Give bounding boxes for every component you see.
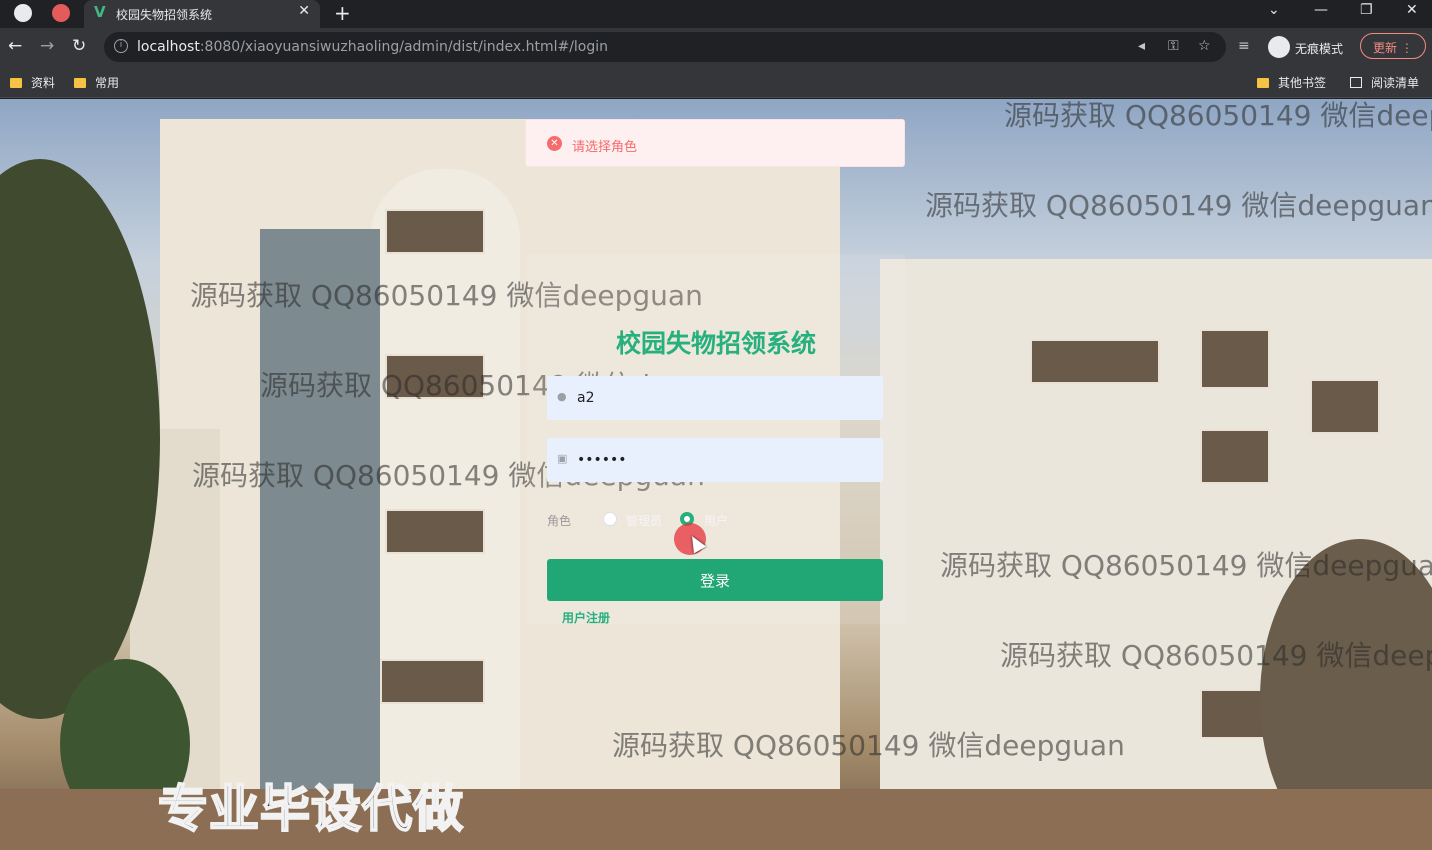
background-window bbox=[1310, 379, 1380, 434]
reload-icon[interactable]: ↻ bbox=[72, 36, 86, 56]
role-selector: 角色 管理员 用户 bbox=[547, 510, 883, 530]
browser-tab-strip: V 校园失物招领系统 ✕ + ⌄ — ❐ ✕ bbox=[0, 0, 1432, 28]
promo-banner: 专业毕设代做 bbox=[157, 779, 464, 839]
vue-logo-icon: V bbox=[94, 3, 106, 21]
forward-icon[interactable]: → bbox=[40, 36, 54, 56]
bookmark-folder-ziliao[interactable]: 资料 bbox=[10, 74, 55, 91]
back-icon[interactable]: ← bbox=[8, 36, 22, 56]
background-window bbox=[385, 209, 485, 254]
lock-icon: ▣ bbox=[557, 452, 568, 465]
password-field[interactable]: ▣ bbox=[547, 438, 883, 482]
username-field[interactable]: ● bbox=[547, 376, 883, 420]
background-window bbox=[1200, 429, 1270, 484]
login-page: 源码获取 QQ86050149 微信deepguan 源码获取 QQ860501… bbox=[0, 99, 1432, 850]
radio-admin-label[interactable]: 管理员 bbox=[626, 512, 662, 529]
bookmark-folder-other[interactable]: 其他书签 bbox=[1257, 74, 1326, 91]
login-form: 校园失物招领系统 ● ▣ 角色 管理员 用户 登录 用户注册 bbox=[527, 254, 905, 626]
incognito-indicator[interactable]: 无痕模式 bbox=[1268, 34, 1354, 58]
background-window bbox=[1030, 339, 1160, 384]
folder-icon bbox=[74, 78, 86, 88]
bookmark-folder-changyong[interactable]: 常用 bbox=[74, 74, 119, 91]
error-alert: ✕ 请选择角色 bbox=[525, 119, 905, 167]
watermark: 源码获取 QQ86050149 微信deepguan bbox=[925, 189, 1432, 222]
password-input[interactable] bbox=[577, 450, 867, 470]
background-window bbox=[380, 659, 485, 704]
background-window bbox=[1200, 329, 1270, 389]
blocked-icon[interactable]: ◂ bbox=[1138, 38, 1145, 54]
media-list-icon[interactable]: ≡ bbox=[1238, 38, 1250, 54]
background-window bbox=[385, 509, 485, 554]
watermark: 源码获取 QQ86050149 微信deepguan bbox=[1000, 639, 1432, 672]
incognito-label: 无痕模式 bbox=[1295, 42, 1344, 56]
restore-icon[interactable]: ❐ bbox=[1360, 2, 1373, 18]
url-text[interactable]: localhost:8080/xiaoyuansiwuzhaoling/admi… bbox=[137, 39, 608, 55]
bookmarks-bar: 资料 常用 其他书签 阅读清单 bbox=[0, 66, 1432, 98]
radio-admin[interactable] bbox=[603, 512, 617, 526]
radio-user-label[interactable]: 用户 bbox=[704, 512, 728, 529]
watermark: 源码获取 QQ86050149 微信deepguan bbox=[940, 549, 1432, 582]
alert-message: 请选择角色 bbox=[572, 140, 638, 155]
address-bar[interactable]: i localhost:8080/xiaoyuansiwuzhaoling/ad… bbox=[104, 32, 1226, 62]
tab-search-icon[interactable]: ⌄ bbox=[1268, 2, 1280, 18]
star-icon[interactable]: ☆ bbox=[1198, 38, 1211, 54]
new-tab-icon[interactable]: + bbox=[334, 1, 351, 25]
pinned-tab-icon[interactable] bbox=[52, 4, 70, 22]
minimize-icon[interactable]: — bbox=[1314, 2, 1328, 18]
folder-icon bbox=[10, 78, 22, 88]
key-icon[interactable]: ⚿ bbox=[1168, 38, 1179, 54]
register-link[interactable]: 用户注册 bbox=[562, 609, 610, 626]
tab-title: 校园失物招领系统 bbox=[116, 8, 213, 22]
site-info-icon[interactable]: i bbox=[114, 39, 128, 53]
role-label: 角色 bbox=[547, 514, 572, 528]
window-close-icon[interactable]: ✕ bbox=[1406, 2, 1418, 18]
error-circle-icon: ✕ bbox=[547, 136, 562, 151]
reading-list[interactable]: 阅读清单 bbox=[1350, 74, 1419, 91]
login-button[interactable]: 登录 bbox=[547, 559, 883, 601]
reading-list-icon bbox=[1350, 77, 1362, 88]
watermark: 源码获取 QQ86050149 微信deepguan bbox=[1004, 99, 1432, 132]
system-title: 校园失物招领系统 bbox=[615, 329, 816, 358]
update-button[interactable]: 更新 ⋮ bbox=[1360, 33, 1426, 59]
username-input[interactable] bbox=[577, 388, 867, 408]
browser-app-icon[interactable] bbox=[14, 4, 32, 22]
incognito-icon bbox=[1268, 36, 1290, 58]
browser-toolbar: ← → ↻ i localhost:8080/xiaoyuansiwuzhaol… bbox=[0, 28, 1432, 66]
user-icon: ● bbox=[557, 390, 567, 403]
close-tab-icon[interactable]: ✕ bbox=[298, 3, 310, 19]
background-tower bbox=[370, 169, 520, 819]
folder-icon bbox=[1257, 78, 1269, 88]
active-tab[interactable]: V 校园失物招领系统 ✕ bbox=[84, 0, 320, 28]
watermark: 源码获取 QQ86050149 微信deepguan bbox=[612, 729, 1125, 762]
